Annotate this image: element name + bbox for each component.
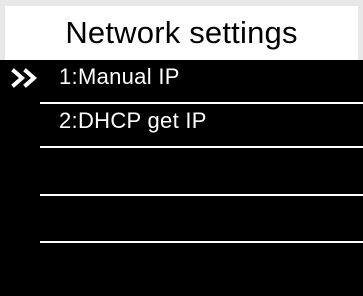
- menu-item-label: 1:Manual IP: [59, 64, 180, 89]
- page-title: Network settings: [65, 15, 298, 50]
- settings-menu: 1:Manual IP 2:DHCP get IP: [0, 60, 363, 296]
- menu-divider: [40, 146, 363, 148]
- bezel-right: [358, 0, 363, 60]
- menu-item-empty-3[interactable]: [0, 152, 363, 196]
- menu-item-label: 2:DHCP get IP: [59, 108, 207, 133]
- menu-item-empty-5[interactable]: [0, 244, 363, 288]
- menu-item-dhcp-get-ip[interactable]: 2:DHCP get IP: [0, 104, 363, 148]
- network-settings-screen: Network settings 1:Manual IP 2:DHCP get …: [0, 0, 363, 296]
- double-chevron-right-icon: [11, 68, 38, 88]
- header-bar: Network settings: [5, 6, 358, 60]
- menu-item-empty-4[interactable]: [0, 199, 363, 243]
- menu-divider: [40, 241, 363, 243]
- menu-divider: [40, 194, 363, 196]
- menu-item-manual-ip[interactable]: 1:Manual IP: [0, 60, 363, 104]
